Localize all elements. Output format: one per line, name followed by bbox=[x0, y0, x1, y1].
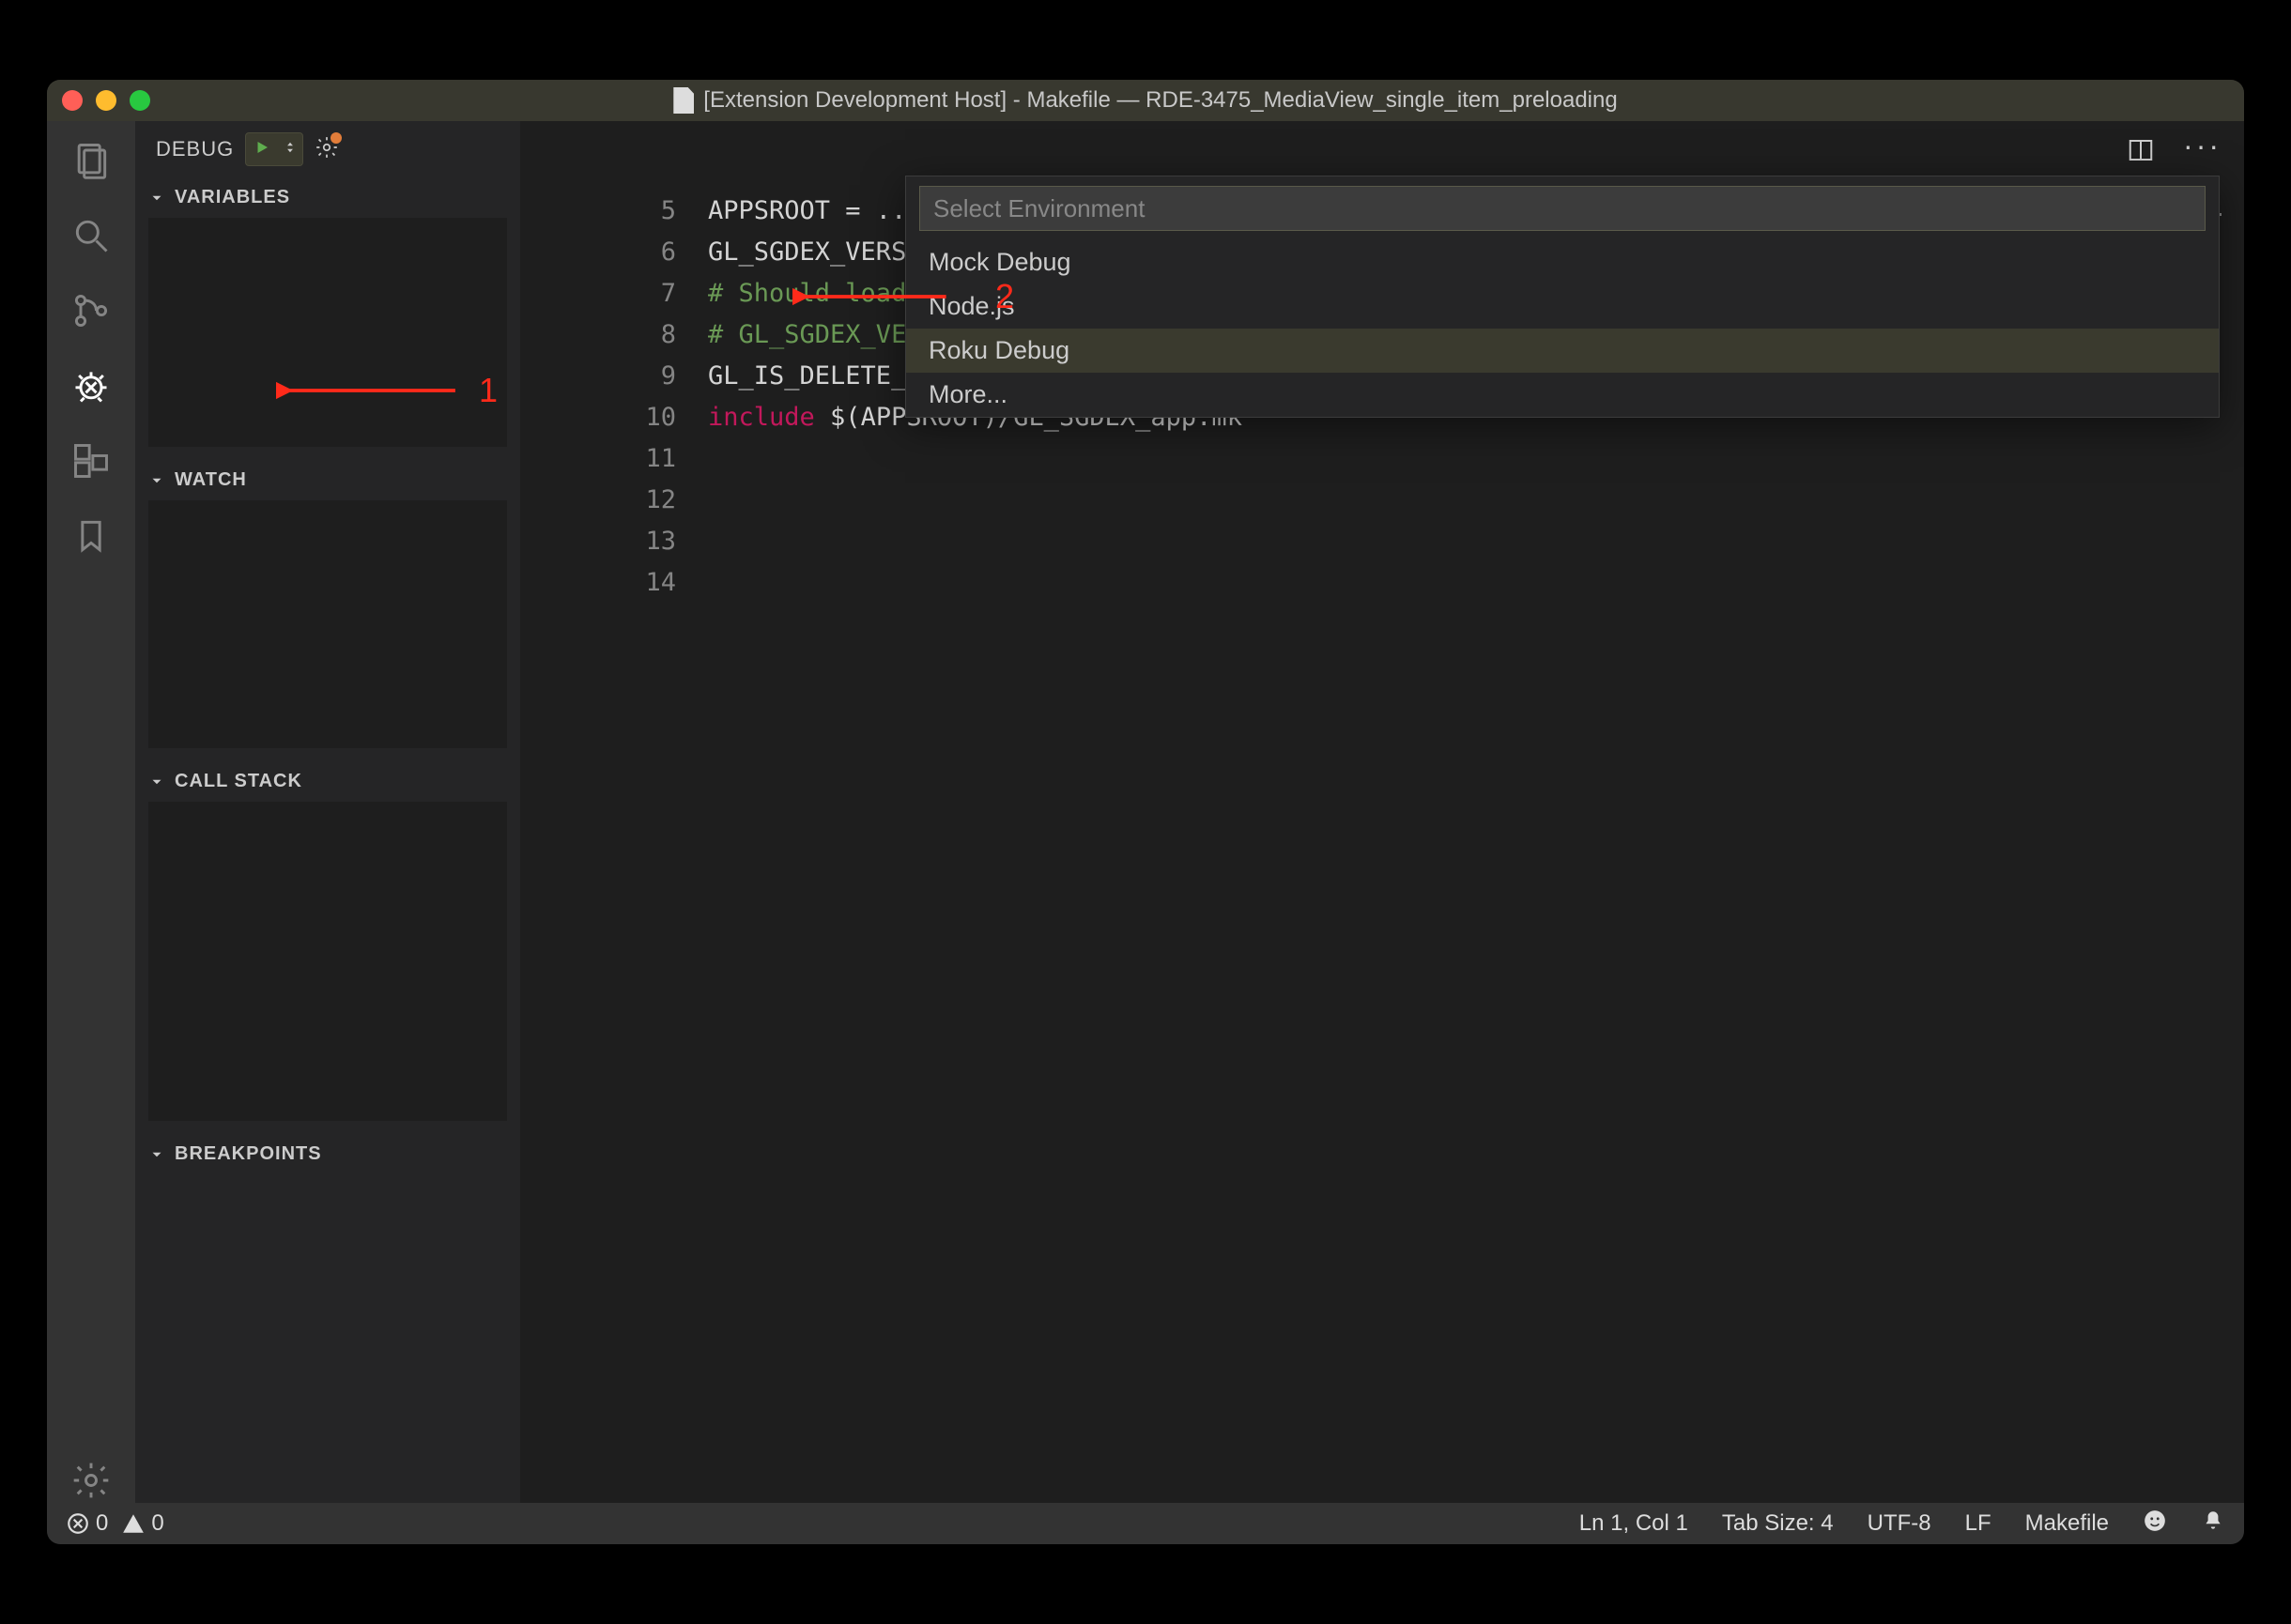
app-window: [Extension Development Host] - Makefile … bbox=[47, 80, 2244, 1544]
explorer-tab[interactable] bbox=[69, 138, 114, 183]
file-icon bbox=[673, 87, 694, 114]
debug-sidebar: DEBUG VARIABLES bbox=[135, 121, 520, 1503]
status-bar: 0 0 Ln 1, Col 1 Tab Size: 4 UTF-8 LF Mak… bbox=[47, 1503, 2244, 1544]
line-number: 14 bbox=[520, 562, 676, 604]
line-gutter: 567891011121314 bbox=[520, 191, 708, 1503]
line-number: 12 bbox=[520, 480, 676, 521]
attention-badge-icon bbox=[331, 132, 342, 144]
environment-option[interactable]: Node.js bbox=[906, 284, 2219, 329]
search-tab[interactable] bbox=[69, 213, 114, 258]
line-number: 8 bbox=[520, 314, 676, 356]
line-number: 9 bbox=[520, 356, 676, 397]
breakpoints-label: BREAKPOINTS bbox=[175, 1143, 322, 1165]
cursor-position[interactable]: Ln 1, Col 1 bbox=[1579, 1510, 1688, 1537]
debug-config-picker[interactable] bbox=[245, 132, 303, 166]
environment-option[interactable]: Mock Debug bbox=[906, 240, 2219, 284]
debug-tab[interactable] bbox=[69, 363, 114, 408]
language-mode[interactable]: Makefile bbox=[2025, 1510, 2109, 1537]
traffic-lights bbox=[62, 90, 150, 111]
breakpoints-section-header[interactable]: BREAKPOINTS bbox=[135, 1134, 520, 1174]
settings-gear-button[interactable] bbox=[69, 1458, 114, 1503]
feedback-smiley-icon[interactable] bbox=[2143, 1509, 2167, 1540]
watch-label: WATCH bbox=[175, 469, 247, 491]
configure-gear-button[interactable] bbox=[315, 135, 339, 164]
extensions-tab[interactable] bbox=[69, 438, 114, 483]
titlebar[interactable]: [Extension Development Host] - Makefile … bbox=[47, 80, 2244, 121]
bookmarks-tab[interactable] bbox=[69, 513, 114, 559]
chevron-down-icon bbox=[148, 472, 165, 489]
errors-button[interactable]: 0 bbox=[66, 1510, 108, 1537]
eol[interactable]: LF bbox=[1965, 1510, 1991, 1537]
environment-option[interactable]: Roku Debug bbox=[906, 329, 2219, 373]
warnings-button[interactable]: 0 bbox=[121, 1510, 163, 1537]
callstack-section-header[interactable]: CALL STACK bbox=[135, 761, 520, 802]
minimize-window-button[interactable] bbox=[96, 90, 116, 111]
environment-search-input[interactable]: Select Environment bbox=[919, 186, 2206, 231]
main-body: DEBUG VARIABLES bbox=[47, 121, 2244, 1503]
notifications-bell-icon[interactable] bbox=[2201, 1509, 2225, 1540]
callstack-body bbox=[148, 802, 507, 1121]
line-number: 13 bbox=[520, 521, 676, 562]
tab-size[interactable]: Tab Size: 4 bbox=[1722, 1510, 1834, 1537]
errors-count: 0 bbox=[96, 1510, 108, 1537]
line-number: 11 bbox=[520, 438, 676, 480]
chevron-down-icon bbox=[148, 190, 165, 207]
environment-picker-dropdown: Select Environment Mock DebugNode.jsRoku… bbox=[905, 176, 2220, 418]
line-number: 6 bbox=[520, 232, 676, 273]
variables-section-header[interactable]: VARIABLES bbox=[135, 177, 520, 218]
config-updown-icon[interactable] bbox=[278, 139, 302, 161]
watch-body bbox=[148, 500, 507, 748]
debug-label: DEBUG bbox=[156, 137, 234, 161]
watch-section-header[interactable]: WATCH bbox=[135, 460, 520, 500]
line-number: 7 bbox=[520, 273, 676, 314]
variables-body bbox=[148, 218, 507, 447]
window-title: [Extension Development Host] - Makefile … bbox=[47, 87, 2244, 114]
editor-main: ··· 567891011121314 APPSROOT = ../../../… bbox=[520, 121, 2244, 1503]
warnings-count: 0 bbox=[151, 1510, 163, 1537]
zoom-window-button[interactable] bbox=[130, 90, 150, 111]
callstack-label: CALL STACK bbox=[175, 771, 302, 792]
window-title-text: [Extension Development Host] - Makefile … bbox=[703, 87, 1617, 114]
line-number: 10 bbox=[520, 397, 676, 438]
activity-bar bbox=[47, 121, 135, 1503]
line-number: 5 bbox=[520, 191, 676, 232]
encoding[interactable]: UTF-8 bbox=[1868, 1510, 1931, 1537]
source-control-tab[interactable] bbox=[69, 288, 114, 333]
chevron-down-icon bbox=[148, 774, 165, 790]
variables-label: VARIABLES bbox=[175, 187, 290, 208]
debug-toolbar: DEBUG bbox=[135, 121, 520, 177]
search-placeholder: Select Environment bbox=[933, 194, 1145, 223]
close-window-button[interactable] bbox=[62, 90, 83, 111]
environment-option[interactable]: More... bbox=[906, 373, 2219, 417]
chevron-down-icon bbox=[148, 1146, 165, 1163]
start-debug-icon[interactable] bbox=[246, 139, 278, 161]
